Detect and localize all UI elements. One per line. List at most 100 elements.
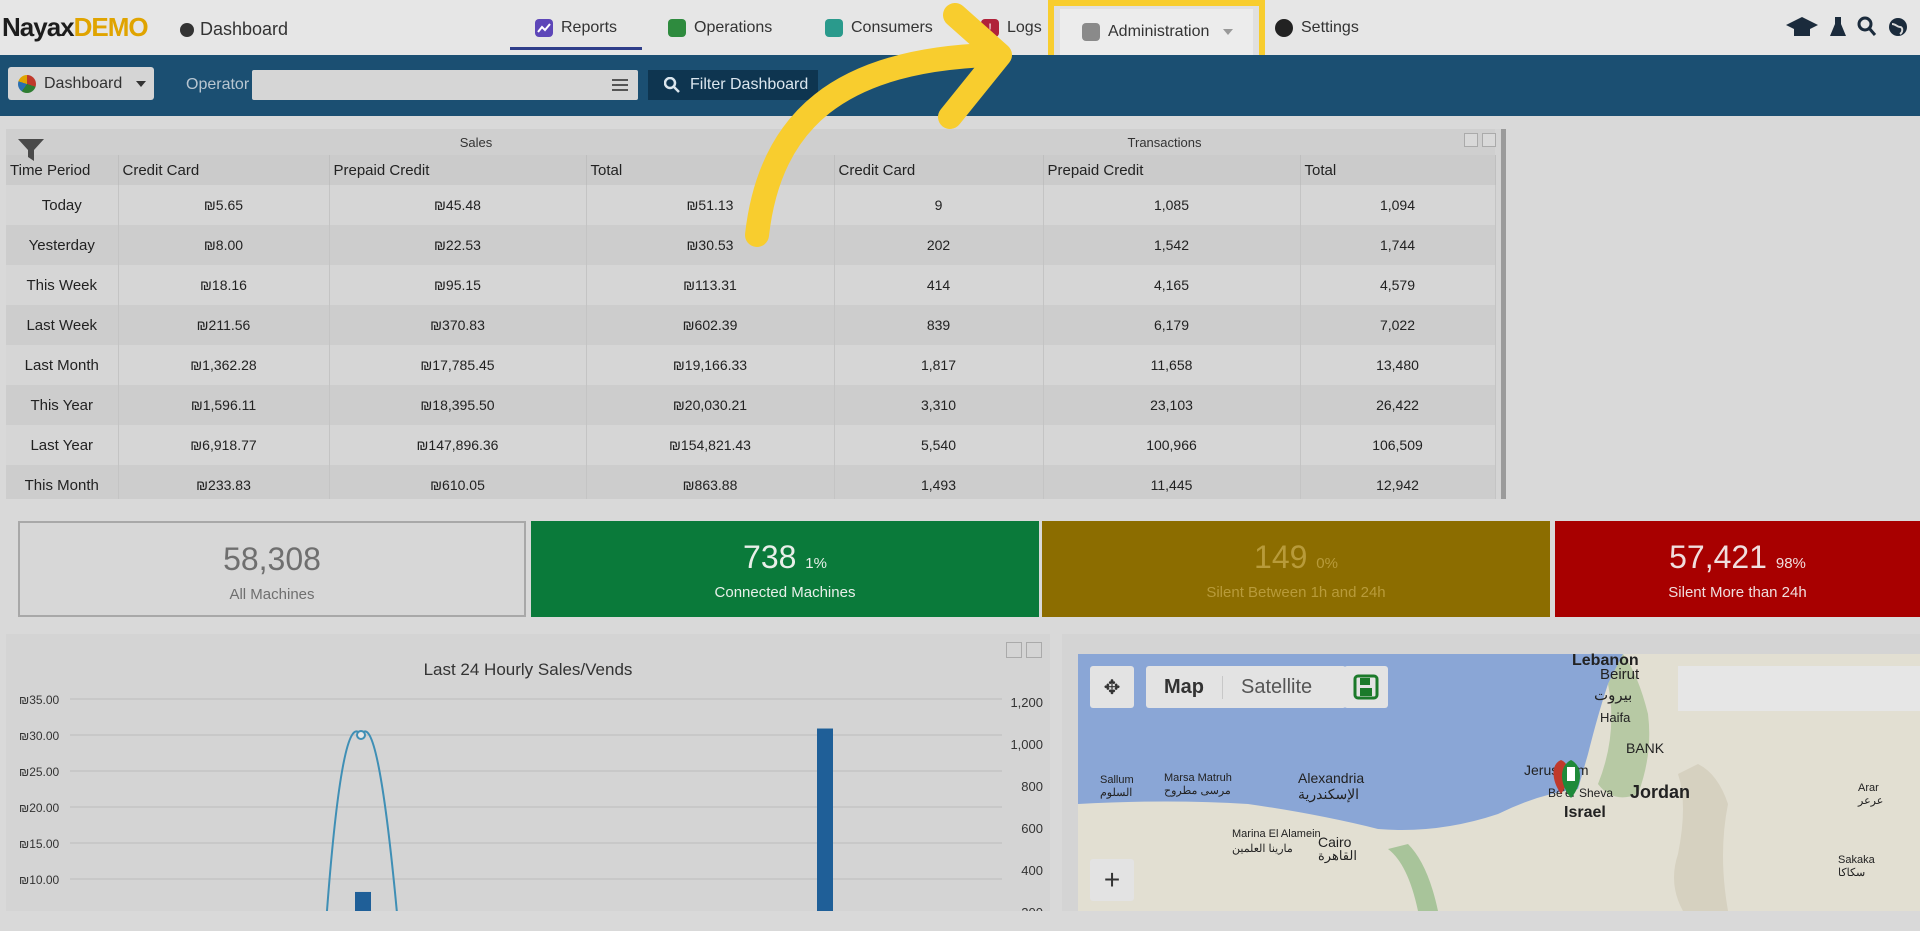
status-label: Silent Between 1h and 24h [1206, 584, 1386, 601]
y-left-tick-label: ₪10.00 [19, 873, 60, 887]
status-label: All Machines [229, 586, 315, 603]
table-group-header: Sales Transactions [6, 129, 1495, 155]
move-icon[interactable]: ✥ [1090, 666, 1134, 708]
vends-line-point[interactable] [356, 730, 366, 740]
graduation-cap-icon[interactable] [1785, 14, 1819, 40]
sales-bar[interactable] [817, 728, 833, 924]
table-cell: ₪18,395.50 [329, 385, 587, 425]
table-cell: ₪30.53 [586, 225, 835, 265]
table-row[interactable]: This Year ₪1,596.11 ₪18,395.50 ₪20,030.21 3,… [6, 385, 1496, 425]
table-row[interactable]: This Month ₪233.83 ₪610.05 ₪863.88 1,493 11,4… [6, 465, 1496, 499]
table-cell: ₪20,030.21 [586, 385, 835, 425]
nayax-logo[interactable]: NayaxDEMO [2, 12, 149, 43]
zoom-in-button[interactable]: + [1090, 859, 1134, 901]
table-scrollbar[interactable] [1501, 129, 1506, 499]
operator-input[interactable] [252, 70, 638, 100]
table-cell: 11,445 [1043, 465, 1301, 499]
map-place-label: Marsa Matruh [1164, 772, 1232, 784]
globe-icon[interactable] [1887, 16, 1909, 38]
tab-logs[interactable]: ! Logs [981, 14, 1042, 42]
table-row[interactable]: Last Year ₪6,918.77 ₪147,896.36 ₪154,821.43… [6, 425, 1496, 465]
dashboard-select-button[interactable]: Dashboard [8, 67, 154, 100]
column-header[interactable]: Prepaid Credit [329, 155, 587, 185]
column-header[interactable]: Credit Card [118, 155, 330, 185]
status-count: 738 [743, 539, 797, 575]
download-icon[interactable] [1026, 642, 1042, 658]
column-header[interactable]: Credit Card [834, 155, 1044, 185]
y-right-tick-label: 600 [1021, 821, 1043, 836]
map-place-label: مارينا العلمين [1232, 843, 1293, 855]
table-tools [1464, 133, 1496, 147]
table-cell: 12,942 [1300, 465, 1496, 499]
map-place-label: Jordan [1630, 782, 1691, 802]
tab-settings[interactable]: Settings [1275, 14, 1359, 42]
expand-icon[interactable] [1006, 642, 1022, 658]
table-cell: ₪95.15 [329, 265, 587, 305]
table-row[interactable]: Yesterday ₪8.00 ₪22.53 ₪30.53 202 1,542 1,744 [6, 225, 1496, 265]
column-header[interactable]: Prepaid Credit [1043, 155, 1301, 185]
dashboard-toolbar: Dashboard Operator Filter Dashboard [0, 55, 1920, 116]
column-header[interactable]: Total [1300, 155, 1496, 185]
time-period-cell: Yesterday [6, 225, 119, 265]
active-tab-indicator [510, 47, 642, 50]
tab-operations[interactable]: Operations [668, 14, 772, 42]
table-cell: ₪233.83 [118, 465, 330, 499]
y-right-tick-label: 1,000 [1010, 737, 1043, 752]
table-cell: 100,966 [1043, 425, 1301, 465]
time-period-cell: Last Week [6, 305, 119, 345]
column-header[interactable]: Total [586, 155, 835, 185]
table-cell: ₪45.48 [329, 185, 587, 225]
map-place-label: Arar [1858, 782, 1879, 794]
flask-icon[interactable] [1829, 15, 1847, 39]
table-cell: ₪610.05 [329, 465, 587, 499]
map-place-label: Israel [1564, 804, 1606, 821]
table-cell: 13,480 [1300, 345, 1496, 385]
table-row[interactable]: Last Week ₪211.56 ₪370.83 ₪602.39 839 6,179 7,… [6, 305, 1496, 345]
search-icon [664, 77, 680, 93]
search-icon[interactable] [1857, 16, 1877, 38]
map-type-satellite[interactable]: Satellite [1222, 675, 1330, 699]
map-type-map[interactable]: Map [1146, 676, 1222, 699]
table-cell: 414 [834, 265, 1044, 305]
hourly-sales-chart-panel: Last 24 Hourly Sales/Vends ₪35.00 ₪30.00 ₪2… [6, 634, 1050, 925]
table-cell: ₪6,918.77 [118, 425, 330, 465]
status-card[interactable]: 149 0% Silent Between 1h and 24h [1042, 521, 1550, 617]
status-card[interactable]: 738 1% Connected Machines [531, 521, 1039, 617]
list-icon[interactable] [612, 79, 628, 91]
y-right-tick-label: 200 [1021, 905, 1043, 911]
expand-icon[interactable] [1464, 133, 1478, 147]
operations-icon [668, 19, 686, 37]
machine-marker-icon[interactable] [1547, 754, 1597, 804]
status-card[interactable]: 58,308 All Machines [18, 521, 526, 617]
table-cell: 5,540 [834, 425, 1044, 465]
time-period-cell: This Week [6, 265, 119, 305]
tab-consumers[interactable]: Consumers [825, 14, 933, 42]
tab-reports[interactable]: Reports [535, 14, 617, 42]
table-cell: 7,022 [1300, 305, 1496, 345]
logs-icon: ! [981, 19, 999, 37]
status-label: Silent More than 24h [1668, 584, 1807, 601]
table-cell: ₪1,596.11 [118, 385, 330, 425]
y-right-tick-label: 1,200 [1010, 695, 1043, 710]
status-card[interactable]: 57,421 98% Silent More than 24h [1555, 521, 1920, 617]
save-icon[interactable] [1344, 666, 1388, 708]
table-cell: 4,165 [1043, 265, 1301, 305]
tab-administration[interactable]: Administration [1060, 9, 1253, 55]
sales-bar[interactable] [355, 891, 371, 924]
download-icon[interactable] [1482, 133, 1496, 147]
table-row[interactable]: Today ₪5.65 ₪45.48 ₪51.13 9 1,085 1,094 [6, 185, 1496, 225]
filter-icon[interactable] [16, 137, 46, 163]
table-row[interactable]: This Week ₪18.16 ₪95.15 ₪113.31 414 4,165 4,57… [6, 265, 1496, 305]
table-row[interactable]: Last Month ₪1,362.28 ₪17,785.45 ₪19,166.33 1… [6, 345, 1496, 385]
map-place-label: الإسكندرية [1298, 786, 1360, 802]
chart-title: Last 24 Hourly Sales/Vends [424, 660, 633, 679]
table-cell: ₪147,896.36 [329, 425, 587, 465]
table-column-header: Time Period Credit Card Prepaid Credit T… [6, 155, 1496, 185]
map-place-label: سكاكا [1838, 867, 1866, 879]
table-cell: ₪602.39 [586, 305, 835, 345]
chart-icon [535, 19, 553, 37]
status-count: 57,421 [1669, 539, 1767, 575]
sales-transactions-table: Sales Transactions Time Period Credit Ca… [6, 129, 1506, 499]
filter-dashboard-button[interactable]: Filter Dashboard [648, 70, 818, 100]
table-cell: 9 [834, 185, 1044, 225]
